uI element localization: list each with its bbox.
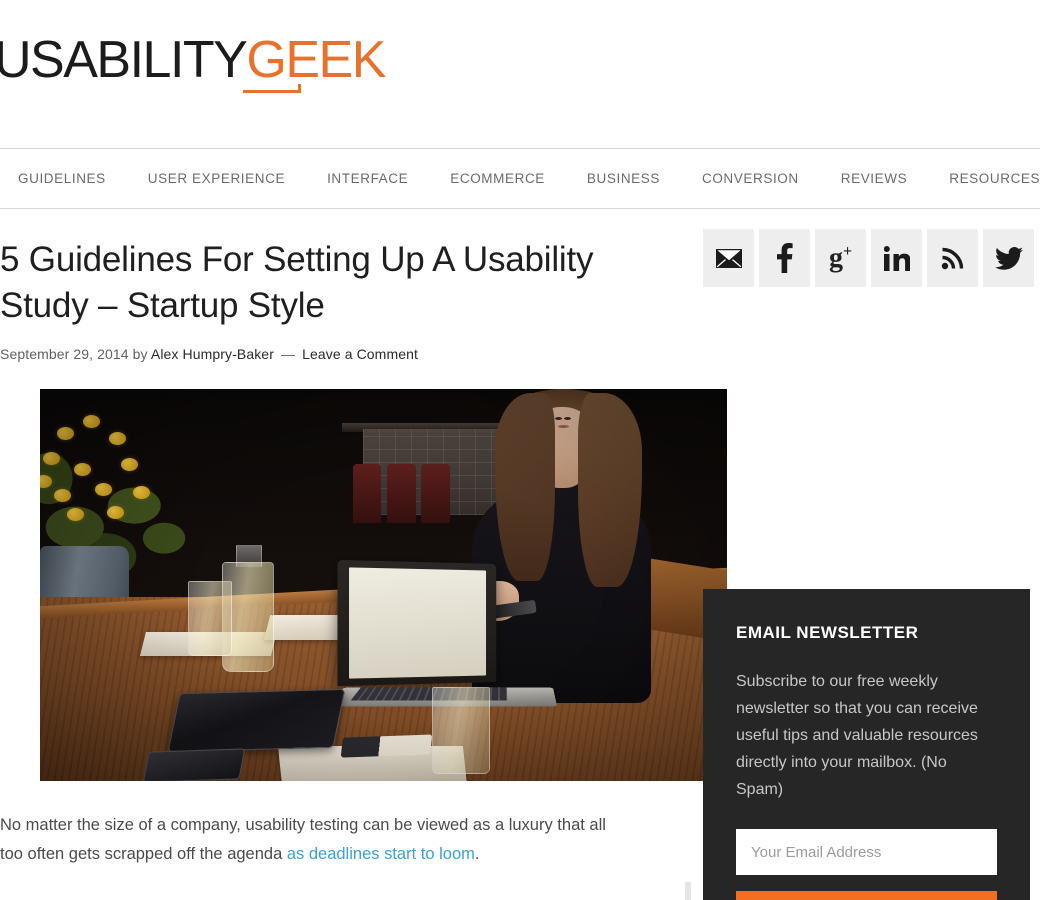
logo-text-usability: USABILITY [0, 31, 246, 89]
featured-image-scene [40, 389, 727, 781]
scene-drinking-glass [188, 581, 233, 655]
scene-smartphone [143, 748, 246, 781]
scene-tablet-device [167, 689, 345, 752]
scene-person-eye [564, 417, 571, 420]
share-googleplus-button[interactable]: g+ [815, 229, 866, 287]
scene-person-hair [578, 393, 642, 587]
site-header: USABILITYGEEK [0, 0, 1040, 148]
share-linkedin-button[interactable] [871, 229, 922, 287]
newsletter-email-input[interactable] [736, 829, 997, 875]
scene-person-hair [495, 393, 555, 581]
facebook-icon [777, 243, 793, 273]
scroll-indicator [685, 882, 691, 900]
share-rss-button[interactable] [927, 229, 978, 287]
share-facebook-button[interactable] [759, 229, 810, 287]
scene-chair [421, 464, 450, 523]
main-navigation: GUIDELINES USER EXPERIENCE INTERFACE ECO… [0, 148, 1040, 209]
page-root: USABILITYGEEK GUIDELINES USER EXPERIENCE… [0, 0, 1040, 900]
newsletter-description: Subscribe to our free weekly newsletter … [736, 669, 997, 803]
social-share-bar: g+ [703, 229, 1040, 287]
nav-item-interface[interactable]: INTERFACE [327, 171, 408, 186]
linkedin-icon [884, 246, 910, 271]
article-author-link[interactable]: Alex Humpry-Baker [151, 346, 274, 362]
main-content-column: 5 Guidelines For Setting Up A Usability … [0, 209, 690, 885]
logo-text-geek: GEEK [246, 31, 385, 89]
article-paragraph: No matter the size of a company, usabili… [0, 811, 628, 868]
scene-desk-object [341, 735, 433, 758]
nav-item-resources[interactable]: RESOURCES [949, 171, 1040, 186]
scene-chair [353, 464, 382, 523]
article-body: No matter the size of a company, usabili… [0, 811, 690, 868]
scene-drinking-glass [432, 687, 490, 773]
rss-icon [941, 246, 965, 270]
twitter-icon [995, 247, 1023, 270]
nav-item-ecommerce[interactable]: ECOMMERCE [450, 171, 545, 186]
share-twitter-button[interactable] [983, 229, 1034, 287]
scene-person-eye [555, 417, 562, 420]
content-wrapper: 5 Guidelines For Setting Up A Usability … [0, 209, 1040, 900]
scene-yellow-flowers [40, 401, 198, 542]
nav-item-business[interactable]: BUSINESS [587, 171, 660, 186]
nav-item-user-experience[interactable]: USER EXPERIENCE [148, 171, 285, 186]
featured-image [40, 389, 727, 781]
nav-item-conversion[interactable]: CONVERSION [702, 171, 799, 186]
article-meta: September 29, 2014 by Alex Humpry-Baker … [0, 346, 690, 362]
sidebar: g+ EMAIL NEWSLETTER Subscribe to our fre… [690, 209, 1040, 900]
article-date: September 29, 2014 [0, 346, 129, 362]
newsletter-heading: EMAIL NEWSLETTER [736, 623, 997, 643]
email-newsletter-widget: EMAIL NEWSLETTER Subscribe to our free w… [703, 589, 1030, 900]
nav-item-guidelines[interactable]: GUIDELINES [18, 171, 106, 186]
newsletter-subscribe-button[interactable]: Subscribe [736, 891, 997, 900]
scene-laptop-screen [337, 560, 496, 686]
page-title: 5 Guidelines For Setting Up A Usability … [0, 209, 690, 329]
meta-separator: — [278, 346, 298, 362]
google-plus-icon: g+ [829, 244, 852, 272]
byline-by-label: by [133, 346, 148, 362]
inline-article-link[interactable]: as deadlines start to loom [287, 845, 475, 863]
site-logo[interactable]: USABILITYGEEK [0, 34, 385, 86]
nav-item-reviews[interactable]: REVIEWS [841, 171, 907, 186]
logo-underline-accent [243, 90, 301, 93]
share-email-button[interactable] [703, 229, 754, 287]
scene-person-mouth [558, 425, 569, 428]
email-icon [716, 249, 742, 268]
leave-a-comment-link[interactable]: Leave a Comment [302, 346, 418, 362]
paragraph-text-after-link: . [475, 845, 480, 863]
scene-chair [387, 464, 416, 523]
